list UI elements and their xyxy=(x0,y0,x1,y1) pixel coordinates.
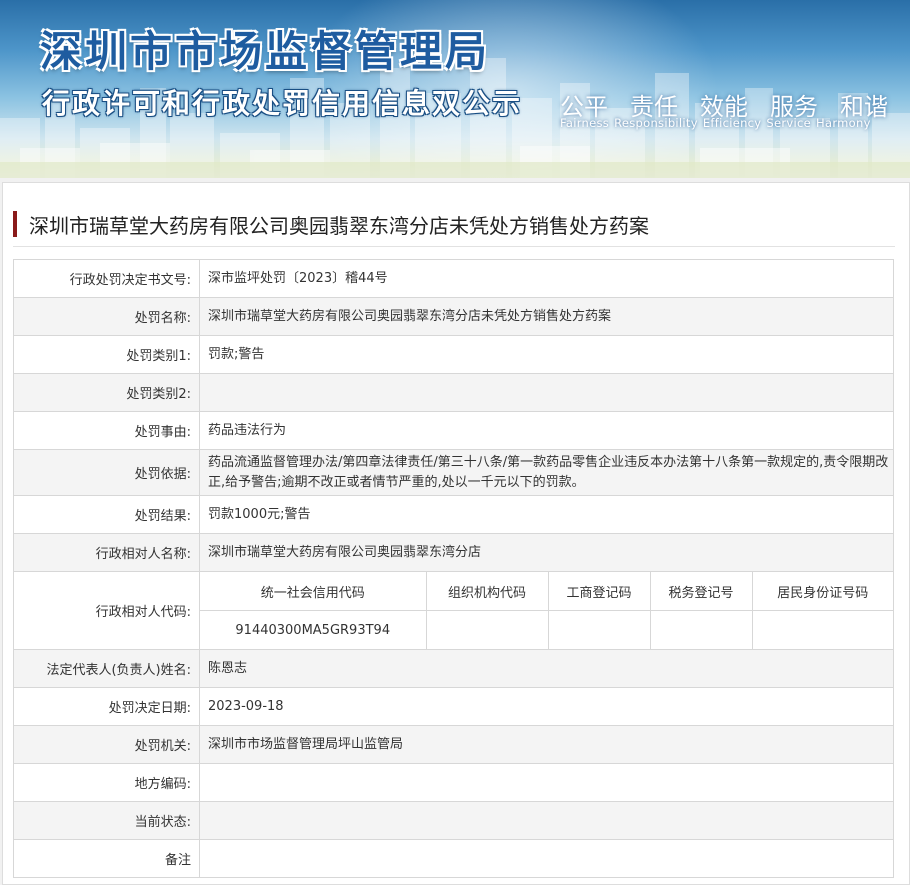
business-reg-code-value xyxy=(547,610,651,649)
legal-rep-value: 陈恩志 xyxy=(199,649,894,688)
penalty-result-value: 罚款1000元;警告 xyxy=(199,495,894,534)
row-label: 行政处罚决定书文号: xyxy=(13,259,200,298)
slogan-en-responsibility: Responsibility xyxy=(614,116,698,130)
banner-slogan-en: Fairness Responsibility Efficiency Service H… xyxy=(560,116,871,130)
table-row: 备注 xyxy=(13,839,894,878)
title-divider xyxy=(13,246,895,247)
code-subtable-cell: 统一社会信用代码 组织机构代码 工商登记码 税务登记号 居民身份证号码 9144… xyxy=(199,571,894,650)
slogan-en-fairness: Fairness xyxy=(560,116,610,130)
slogan-en-efficiency: Efficiency xyxy=(702,116,762,130)
row-label: 处罚决定日期: xyxy=(13,687,200,726)
header-credit-code: 统一社会信用代码 xyxy=(200,572,427,611)
header-id-card-number: 居民身份证号码 xyxy=(751,572,893,611)
table-row: 处罚依据: 药品流通监督管理办法/第四章法律责任/第三十八条/第一款药品零售企业… xyxy=(13,449,894,496)
row-label: 处罚机关: xyxy=(13,725,200,764)
row-label: 行政相对人名称: xyxy=(13,533,200,572)
table-row: 处罚机关: 深圳市市场监督管理局坪山监管局 xyxy=(13,725,894,764)
tax-reg-number-value xyxy=(649,610,753,649)
banner-subtitle: 行政许可和行政处罚信用信息双公示 xyxy=(42,87,523,120)
id-card-number-value xyxy=(751,610,893,649)
table-row: 行政相对人名称: 深圳市瑞草堂大药房有限公司奥园翡翠东湾分店 xyxy=(13,533,894,572)
case-title-text: 深圳市瑞草堂大药房有限公司奥园翡翠东湾分店未凭处方销售处方药案 xyxy=(29,213,649,238)
table-row: 行政相对人代码: 统一社会信用代码 组织机构代码 工商登记码 税务登记号 居民身… xyxy=(13,571,894,650)
table-row: 当前状态: xyxy=(13,801,894,840)
table-row: 处罚名称: 深圳市瑞草堂大药房有限公司奥园翡翠东湾分店未凭处方销售处方药案 xyxy=(13,297,894,336)
code-value-row: 91440300MA5GR93T94 xyxy=(200,610,893,649)
banner-title: 深圳市市场监督管理局 xyxy=(40,27,491,76)
table-row: 地方编码: xyxy=(13,763,894,802)
table-row: 处罚决定日期: 2023-09-18 xyxy=(13,687,894,726)
table-row: 处罚类别1: 罚款;警告 xyxy=(13,335,894,374)
local-code-value xyxy=(199,763,894,802)
title-accent-bar xyxy=(13,211,17,237)
code-header-row: 统一社会信用代码 组织机构代码 工商登记码 税务登记号 居民身份证号码 xyxy=(200,572,893,611)
row-label: 备注 xyxy=(13,839,200,878)
table-row: 行政处罚决定书文号: 深市监坪处罚〔2023〕稽44号 xyxy=(13,259,894,298)
penalty-info-table: 行政处罚决定书文号: 深市监坪处罚〔2023〕稽44号 处罚名称: 深圳市瑞草堂… xyxy=(13,259,894,878)
detail-card: 深圳市瑞草堂大药房有限公司奥园翡翠东湾分店未凭处方销售处方药案 行政处罚决定书文… xyxy=(2,182,910,885)
table-row: 处罚事由: 药品违法行为 xyxy=(13,411,894,450)
row-label: 地方编码: xyxy=(13,763,200,802)
row-label: 当前状态: xyxy=(13,801,200,840)
slogan-en-harmony: Harmony xyxy=(816,116,871,130)
decision-number-value: 深市监坪处罚〔2023〕稽44号 xyxy=(199,259,894,298)
row-label: 处罚类别2: xyxy=(13,373,200,412)
decision-date-value: 2023-09-18 xyxy=(199,687,894,726)
slogan-en-service: Service xyxy=(766,116,812,130)
table-row: 法定代表人(负责人)姓名: 陈恩志 xyxy=(13,649,894,688)
penalty-category1-value: 罚款;警告 xyxy=(199,335,894,374)
current-status-value xyxy=(199,801,894,840)
case-title: 深圳市瑞草堂大药房有限公司奥园翡翠东湾分店未凭处方销售处方药案 xyxy=(13,211,649,238)
code-subtable: 统一社会信用代码 组织机构代码 工商登记码 税务登记号 居民身份证号码 9144… xyxy=(200,572,893,649)
row-label: 行政相对人代码: xyxy=(13,571,200,650)
row-label: 处罚名称: xyxy=(13,297,200,336)
table-row: 处罚结果: 罚款1000元;警告 xyxy=(13,495,894,534)
header-banner: 深圳市市场监督管理局 行政许可和行政处罚信用信息双公示 公平 责任 效能 服务 和谐 F… xyxy=(0,0,910,178)
penalty-basis-value: 药品流通监督管理办法/第四章法律责任/第三十八条/第一款药品零售企业违反本办法第… xyxy=(199,449,894,496)
penalty-reason-value: 药品违法行为 xyxy=(199,411,894,450)
penalty-name-value: 深圳市瑞草堂大药房有限公司奥园翡翠东湾分店未凭处方销售处方药案 xyxy=(199,297,894,336)
counterparty-name-value: 深圳市瑞草堂大药房有限公司奥园翡翠东湾分店 xyxy=(199,533,894,572)
header-tax-reg-number: 税务登记号 xyxy=(649,572,753,611)
row-label: 处罚结果: xyxy=(13,495,200,534)
row-label: 处罚类别1: xyxy=(13,335,200,374)
table-row: 处罚类别2: xyxy=(13,373,894,412)
header-business-reg-code: 工商登记码 xyxy=(547,572,651,611)
penalty-authority-value: 深圳市市场监督管理局坪山监管局 xyxy=(199,725,894,764)
penalty-category2-value xyxy=(199,373,894,412)
remarks-value xyxy=(199,839,894,878)
row-label: 处罚依据: xyxy=(13,449,200,496)
org-code-value xyxy=(425,610,549,649)
row-label: 法定代表人(负责人)姓名: xyxy=(13,649,200,688)
credit-code-value: 91440300MA5GR93T94 xyxy=(200,610,427,649)
row-label: 处罚事由: xyxy=(13,411,200,450)
header-org-code: 组织机构代码 xyxy=(425,572,549,611)
